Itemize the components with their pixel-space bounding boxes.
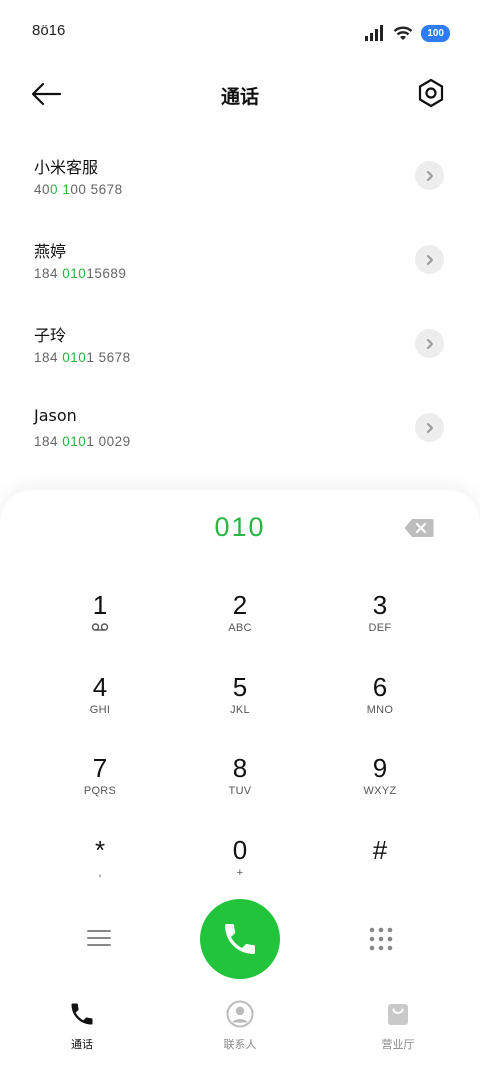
- key-9[interactable]: 9 WXYZ: [310, 745, 450, 827]
- call-button[interactable]: [200, 899, 280, 979]
- bag-icon: [388, 1004, 408, 1025]
- contact-number: 184 0101 0029: [34, 434, 131, 449]
- contact-number: 184 01015689: [34, 266, 127, 281]
- key-letters: ,: [98, 866, 102, 879]
- key-letters: MNO: [366, 703, 394, 716]
- key-digit: *: [94, 834, 106, 865]
- hexagon-settings-icon: [418, 78, 444, 108]
- keypad-toggle-button[interactable]: [368, 926, 394, 952]
- signal-icon: [365, 25, 384, 41]
- contact-icon: [226, 1000, 254, 1028]
- phone-icon: [71, 1003, 93, 1025]
- key-6[interactable]: 6 MNO: [310, 664, 450, 746]
- tab-label: 营业厅: [381, 1038, 415, 1051]
- key-digit: 0: [232, 834, 248, 865]
- key-letters: JKL: [230, 703, 250, 716]
- contact-detail-button[interactable]: [415, 245, 444, 274]
- key-1[interactable]: 1: [30, 582, 170, 664]
- phone-icon: [225, 924, 255, 954]
- dialpad-panel: 010 1 2 ABC 3 DEF 4 GHI 5 JKL 6 MNO 7 PQ…: [0, 490, 480, 1067]
- key-digit: 5: [232, 671, 248, 702]
- chevron-right-icon: [426, 254, 433, 265]
- key-4[interactable]: 4 GHI: [30, 664, 170, 746]
- contact-name: 燕婷: [34, 242, 67, 261]
- status-icons: 100: [365, 22, 450, 44]
- key-digit: 4: [92, 671, 108, 702]
- contact-detail-button[interactable]: [415, 413, 444, 442]
- key-letters: PQRS: [83, 785, 117, 797]
- key-2[interactable]: 2 ABC: [170, 582, 310, 664]
- key-letters: WXYZ: [363, 785, 397, 797]
- tab-label: 通话: [71, 1038, 93, 1051]
- key-0[interactable]: 0 +: [170, 827, 310, 909]
- contact-item[interactable]: 燕婷 184 01015689: [0, 224, 480, 308]
- tab-label: 联系人: [223, 1038, 257, 1051]
- chevron-right-icon: [426, 422, 433, 433]
- contact-name: 子玲: [34, 326, 67, 345]
- contact-item[interactable]: Jason 184 0101 0029: [0, 392, 480, 476]
- menu-button[interactable]: [87, 928, 111, 950]
- key-digit: 3: [372, 590, 388, 620]
- settings-button[interactable]: [416, 78, 450, 112]
- key-letters: +: [236, 866, 244, 879]
- status-time: 8ö16: [32, 22, 66, 39]
- key-letters: [310, 867, 450, 881]
- key-digit: 1: [92, 590, 108, 620]
- contact-list: 小米客服 400 100 5678 燕婷 184 01015689 子玲 184…: [0, 140, 480, 476]
- voicemail-icon: [30, 622, 170, 636]
- wifi-icon: [393, 26, 413, 40]
- tab-business-hall[interactable]: 营业厅: [358, 1000, 438, 1052]
- contact-item[interactable]: 子玲 184 0101 5678: [0, 308, 480, 392]
- contact-number: 400 100 5678: [34, 182, 123, 197]
- status-bar: 8ö16 100: [0, 0, 480, 64]
- battery-indicator: 100: [421, 24, 450, 42]
- key-digit: 9: [372, 753, 388, 783]
- page-title: 通话: [220, 86, 259, 108]
- key-hash[interactable]: #: [310, 827, 450, 909]
- key-letters: TUV: [228, 785, 252, 797]
- tab-contacts[interactable]: 联系人: [200, 1000, 280, 1052]
- contact-detail-button[interactable]: [415, 329, 444, 358]
- contact-name: 小米客服: [34, 158, 99, 177]
- contact-name: Jason: [34, 406, 77, 425]
- contact-number: 184 0101 5678: [34, 350, 131, 365]
- key-8[interactable]: 8 TUV: [170, 745, 310, 827]
- contact-item[interactable]: 小米客服 400 100 5678: [0, 140, 480, 224]
- key-digit: 2: [232, 590, 248, 620]
- chevron-right-icon: [426, 338, 433, 349]
- backspace-button[interactable]: [404, 518, 434, 538]
- header: 通话: [0, 70, 480, 120]
- key-letters: ABC: [228, 622, 252, 634]
- key-digit: 7: [92, 753, 108, 783]
- key-3[interactable]: 3 DEF: [310, 582, 450, 664]
- dialer-actions: [0, 898, 480, 980]
- backspace-icon: [404, 519, 434, 537]
- key-letters: GHI: [89, 703, 111, 716]
- key-7[interactable]: 7 PQRS: [30, 745, 170, 827]
- keypad: 1 2 ABC 3 DEF 4 GHI 5 JKL 6 MNO 7 PQRS 8…: [30, 582, 450, 908]
- key-5[interactable]: 5 JKL: [170, 664, 310, 746]
- bottom-tab-bar: 通话 联系人 营业厅: [0, 1000, 480, 1067]
- contact-detail-button[interactable]: [415, 161, 444, 190]
- key-digit: #: [372, 834, 388, 865]
- menu-icon: [87, 930, 111, 946]
- key-digit: 6: [372, 671, 388, 702]
- key-digit: 8: [232, 753, 248, 783]
- chevron-right-icon: [426, 170, 433, 181]
- keypad-grid-icon: [369, 927, 393, 951]
- key-star[interactable]: * ,: [30, 827, 170, 909]
- key-letters: DEF: [368, 622, 392, 634]
- tab-calls[interactable]: 通话: [42, 1000, 122, 1052]
